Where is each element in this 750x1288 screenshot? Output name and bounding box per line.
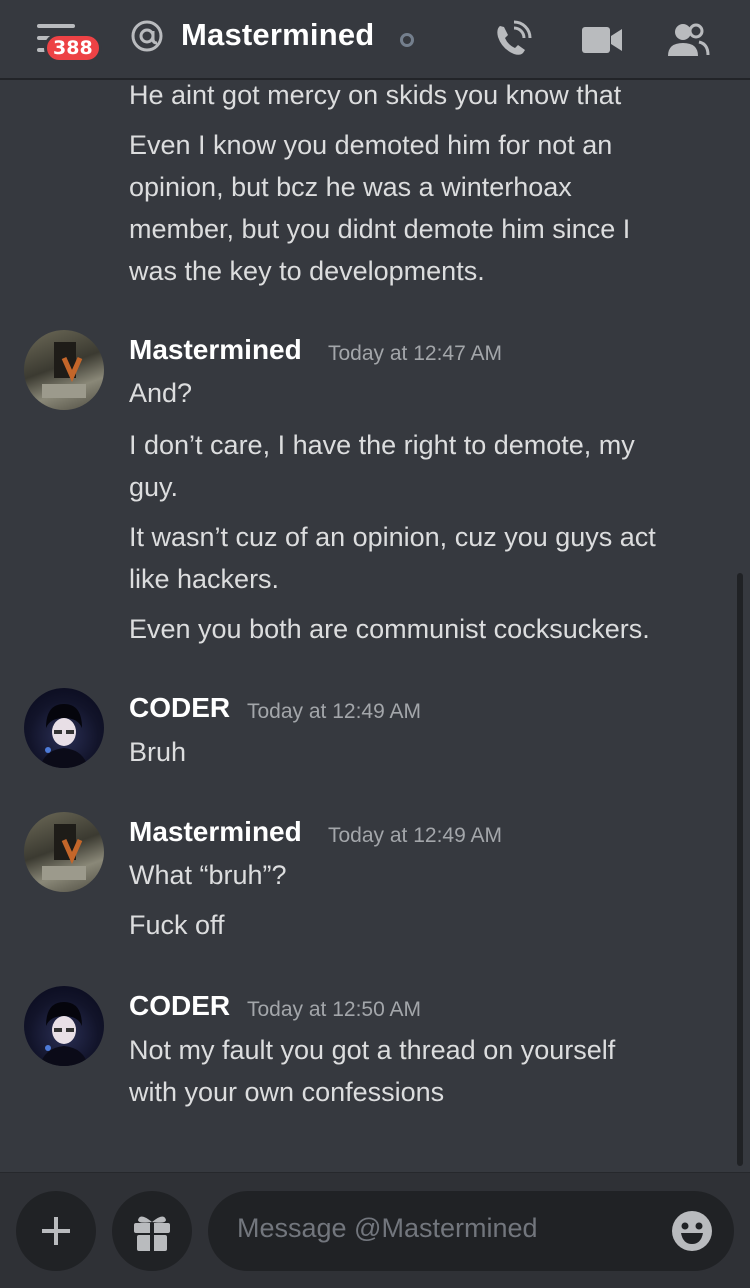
message-line: It wasn’t cuz of an opinion, cuz you guy… — [129, 522, 656, 552]
message-author[interactable]: CODER — [129, 692, 230, 724]
gift-icon — [134, 1216, 170, 1251]
avatar-image — [42, 824, 86, 880]
message-line: guy. — [129, 472, 179, 502]
plus-icon — [42, 1217, 70, 1245]
avatar-image — [42, 342, 86, 398]
avatar[interactable] — [24, 812, 104, 892]
message-timestamp: Today at 12:49 AM — [247, 700, 421, 723]
offline-status-icon — [400, 33, 414, 47]
channel-header: 388 Mastermined — [0, 0, 750, 80]
message-timestamp: Today at 12:47 AM — [328, 342, 502, 365]
at-icon — [131, 20, 163, 52]
message-line: What “bruh”? — [129, 860, 287, 890]
message-line: Even I know you demoted him for not an — [129, 130, 613, 160]
video-icon[interactable] — [580, 20, 624, 60]
message-line: with your own confessions — [129, 1077, 445, 1107]
message-placeholder: Message @Mastermined — [237, 1213, 538, 1243]
message-line: He aint got mercy on skids you know that — [129, 80, 622, 110]
message-line: like hackers. — [129, 564, 280, 594]
avatar[interactable] — [24, 688, 104, 768]
message-input[interactable]: Message @Mastermined — [208, 1191, 734, 1271]
avatar-image — [40, 1002, 88, 1066]
avatar[interactable] — [24, 986, 104, 1066]
message-line: Not my fault you got a thread on yoursel… — [129, 1035, 616, 1065]
avatar-image — [40, 704, 88, 768]
message-list[interactable]: He aint got mercy on skids you know that… — [0, 80, 750, 1170]
message-timestamp: Today at 12:49 AM — [328, 824, 502, 847]
message-line: opinion, but bcz he was a winterhoax — [129, 172, 572, 202]
emoji-icon[interactable] — [670, 1209, 714, 1253]
members-icon[interactable] — [666, 20, 710, 60]
avatar[interactable] — [24, 330, 104, 410]
add-attachment-button[interactable] — [16, 1191, 96, 1271]
call-icon[interactable] — [492, 20, 536, 60]
scrollbar[interactable] — [737, 573, 743, 1166]
message-line: Even you both are communist cocksuckers. — [129, 614, 650, 644]
message-author[interactable]: Mastermined — [129, 334, 302, 366]
message-author[interactable]: Mastermined — [129, 816, 302, 848]
message-line: was the key to developments. — [129, 256, 485, 286]
unread-badge: 388 — [44, 33, 102, 63]
message-line: And? — [129, 378, 193, 408]
gift-button[interactable] — [112, 1191, 192, 1271]
message-line: Fuck off — [129, 910, 225, 940]
message-timestamp: Today at 12:50 AM — [247, 998, 421, 1021]
message-author[interactable]: CODER — [129, 990, 230, 1022]
message-composer: Message @Mastermined — [0, 1172, 750, 1288]
message-line: I don’t care, I have the right to demote… — [129, 430, 635, 460]
channel-title[interactable]: Mastermined — [181, 17, 374, 53]
message-line: member, but you didnt demote him since I — [129, 214, 631, 244]
message-line: Bruh — [129, 737, 187, 767]
